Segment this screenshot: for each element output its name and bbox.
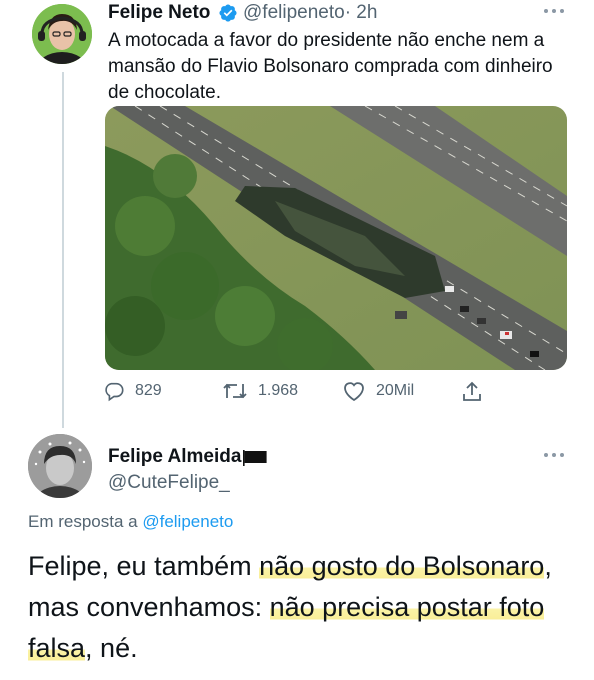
mention-link[interactable]: @felipeneto	[142, 512, 233, 531]
more-options-icon[interactable]	[543, 8, 565, 14]
replying-to-line: Em resposta a @felipeneto	[28, 512, 233, 532]
author-name[interactable]: Felipe Neto	[108, 2, 210, 24]
reply-author-name[interactable]: Felipe Almeida	[108, 446, 241, 468]
avatar[interactable]	[32, 4, 92, 64]
timestamp: · 2h	[344, 2, 378, 23]
retweet-button[interactable]: 1.968	[222, 380, 298, 402]
highlighted-text: falsa	[28, 633, 86, 663]
thread-connector-line	[62, 72, 64, 428]
reply-author-handle[interactable]: @CuteFelipe_	[108, 472, 230, 494]
aerial-highway-photo	[105, 106, 567, 370]
like-button[interactable]: 20Mil	[342, 380, 414, 402]
reply-button[interactable]: 829	[103, 380, 162, 402]
reply-icon	[105, 382, 124, 402]
avatar-image	[32, 4, 92, 64]
reply-text-segment: , né.	[85, 633, 138, 663]
reply-text-segment: mas convenhamos:	[28, 592, 270, 622]
verified-badge-icon	[219, 4, 237, 22]
avatar-image	[28, 434, 92, 498]
reply-text-segment: Felipe, eu também	[28, 551, 260, 581]
reply-text-segment: ,	[544, 551, 552, 581]
tweet-photo[interactable]	[105, 106, 567, 370]
black-flag-icon	[243, 450, 267, 466]
heart-icon	[344, 382, 364, 402]
share-button[interactable]	[460, 380, 484, 404]
replying-prefix: Em resposta a	[28, 512, 138, 531]
more-options-icon[interactable]	[543, 452, 565, 458]
reply-text: Felipe, eu também não gosto do Bolsonaro…	[28, 546, 588, 669]
tweet-text: A motocada a favor do presidente não enc…	[108, 30, 553, 103]
reply-count: 829	[135, 382, 162, 399]
retweet-count: 1.968	[258, 382, 299, 399]
reply-avatar[interactable]	[28, 434, 92, 498]
share-icon	[463, 381, 481, 401]
author-handle[interactable]: @felipeneto· 2h	[243, 2, 377, 24]
highlighted-text: não gosto do Bolsonaro	[259, 551, 545, 581]
like-count: 20Mil	[376, 382, 415, 399]
retweet-icon	[223, 383, 247, 399]
highlighted-text: não precisa postar foto	[269, 592, 545, 622]
